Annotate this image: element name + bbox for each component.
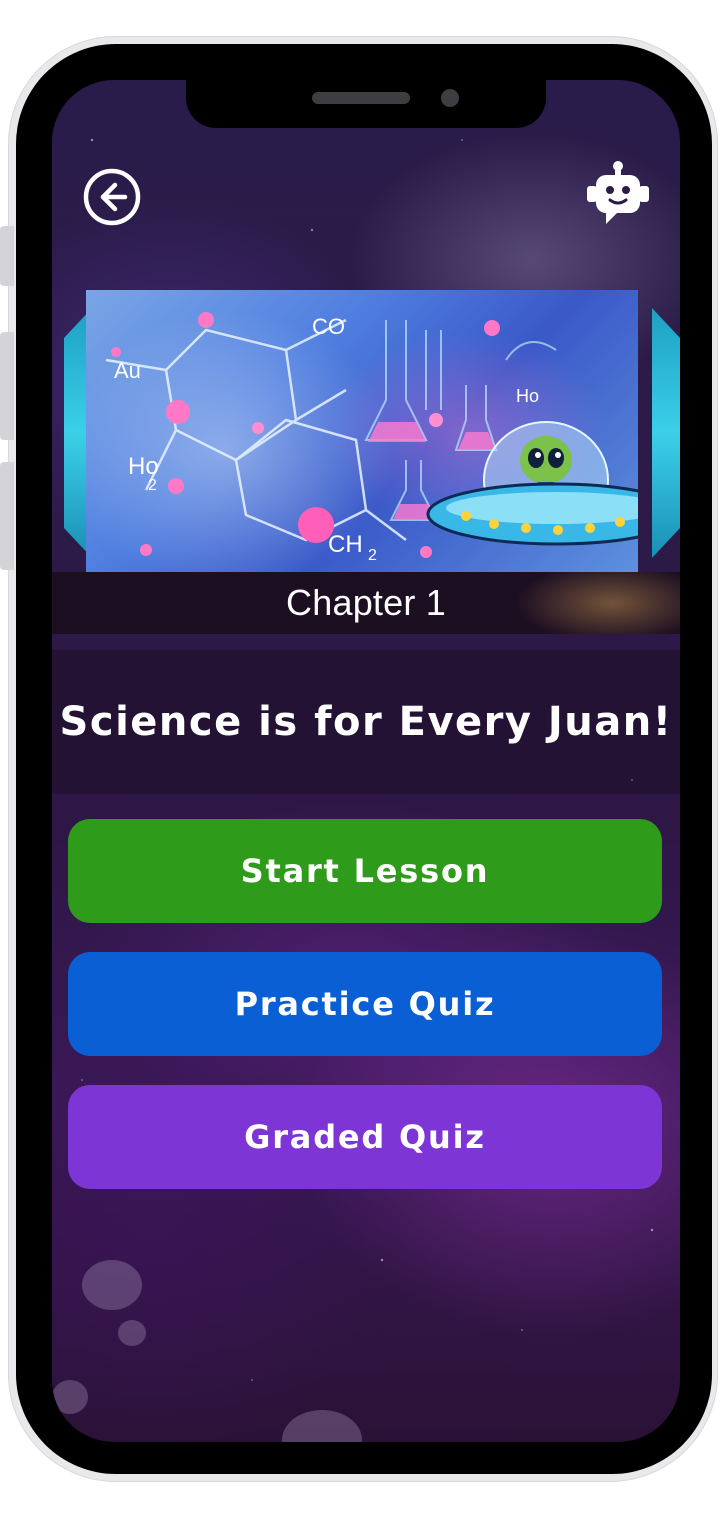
assistant-button[interactable]: [584, 160, 652, 226]
banner-frame-right: [652, 308, 680, 558]
volume-up-button: [0, 332, 14, 440]
mute-switch: [0, 226, 14, 286]
back-button[interactable]: [83, 168, 141, 226]
banner-label-au: Au: [114, 358, 141, 383]
practice-quiz-button[interactable]: Practice Quiz: [68, 952, 662, 1056]
robot-chat-icon: [587, 161, 649, 224]
banner-label-ho: Ho: [128, 453, 159, 480]
graded-quiz-button[interactable]: Graded Quiz: [68, 1085, 662, 1189]
start-lesson-button[interactable]: Start Lesson: [68, 819, 662, 923]
chemistry-illustration: Au CO Ho 2 CH 2 Ho: [86, 290, 638, 572]
volume-down-button: [0, 462, 14, 570]
background-rock: [118, 1320, 146, 1346]
lesson-title-band: Science is for Every Juan!: [52, 650, 680, 794]
background-rock: [82, 1260, 142, 1310]
background-rock: [282, 1410, 362, 1442]
banner-label-ho-subscript: 2: [148, 477, 157, 494]
arrow-left-circle-icon: [83, 168, 141, 226]
chapter-banner: Au CO Ho 2 CH 2 Ho: [62, 288, 680, 572]
banner-label-co: CO: [312, 314, 345, 339]
banner-label-ch-subscript: 2: [368, 547, 377, 564]
chapter-band: Chapter 1: [52, 572, 680, 634]
background-rock: [52, 1380, 88, 1414]
banner-label-ch: CH: [328, 531, 363, 558]
earpiece-speaker: [312, 92, 410, 104]
banner-label-ho-small: Ho: [516, 386, 539, 406]
front-camera: [441, 89, 459, 107]
chapter-label: Chapter 1: [286, 582, 446, 623]
lesson-title: Science is for Every Juan!: [59, 699, 673, 745]
